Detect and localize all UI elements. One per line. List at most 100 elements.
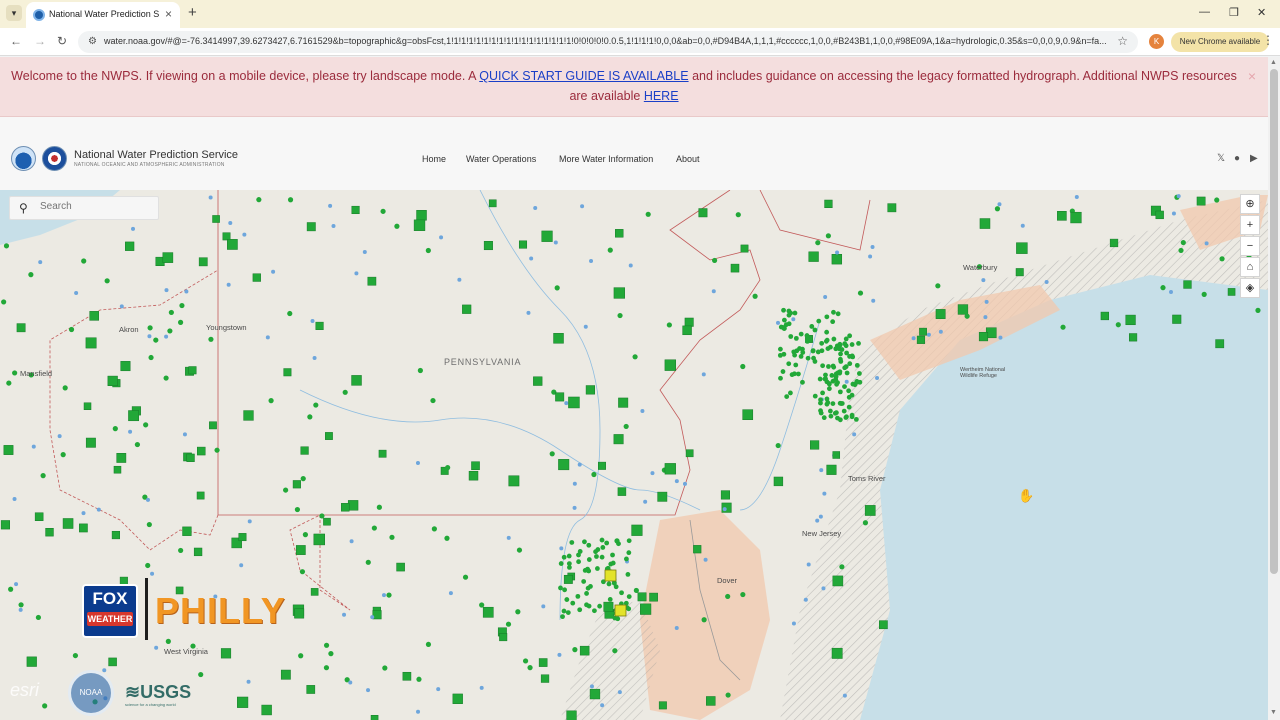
gauge-marker-square[interactable]	[351, 205, 360, 215]
gauge-marker-square[interactable]	[483, 241, 493, 251]
nav-water-operations[interactable]: Water Operations	[466, 154, 536, 164]
gauge-marker-square[interactable]	[685, 449, 694, 458]
gauge-marker-dot[interactable]	[554, 285, 560, 291]
gauge-marker-dot[interactable]	[780, 369, 786, 374]
gauge-marker-dot[interactable]	[798, 331, 804, 337]
gauge-marker-square[interactable]	[295, 545, 306, 555]
gauge-marker-dot[interactable]	[820, 363, 826, 369]
gauge-marker-square[interactable]	[85, 337, 97, 349]
gauge-marker-dot[interactable]	[522, 658, 529, 664]
gauge-marker-blue[interactable]	[981, 278, 986, 283]
gauge-marker-blue[interactable]	[12, 496, 17, 501]
gauge-marker-blue[interactable]	[572, 505, 577, 510]
gauge-marker-square[interactable]	[1172, 314, 1182, 324]
gauge-marker-square[interactable]	[603, 601, 614, 612]
gauge-marker-square[interactable]	[698, 208, 708, 218]
gauge-marker-dot[interactable]	[846, 404, 852, 410]
gauge-marker-square[interactable]	[261, 704, 272, 716]
gauge-marker-square[interactable]	[125, 241, 135, 251]
gauge-marker-dot[interactable]	[527, 665, 533, 671]
gauge-marker-dot[interactable]	[153, 337, 159, 343]
gauge-marker-blue[interactable]	[348, 680, 353, 685]
gauge-marker-square[interactable]	[916, 335, 926, 344]
gauge-marker-blue[interactable]	[703, 557, 708, 562]
gauge-marker-dot[interactable]	[147, 325, 153, 331]
gauge-marker-dot[interactable]	[1, 299, 7, 305]
gauge-marker-dot[interactable]	[1219, 256, 1225, 262]
gauge-marker-dot[interactable]	[824, 337, 830, 343]
gauge-marker-blue[interactable]	[998, 335, 1003, 340]
gauge-marker-square[interactable]	[740, 244, 749, 253]
gauge-marker-blue[interactable]	[640, 409, 645, 414]
gauge-marker-square[interactable]	[62, 518, 74, 529]
gauge-marker-blue[interactable]	[835, 250, 840, 255]
gauge-marker-square[interactable]	[341, 503, 350, 512]
gauge-marker-square[interactable]	[209, 421, 217, 430]
gauge-marker-dot[interactable]	[283, 487, 289, 493]
gauge-marker-blue[interactable]	[650, 471, 655, 476]
gauge-marker-square[interactable]	[637, 592, 647, 602]
gauge-marker-dot[interactable]	[838, 401, 844, 406]
gauge-marker-blue[interactable]	[370, 615, 375, 620]
gauge-marker-square[interactable]	[541, 230, 553, 242]
gauge-marker-dot[interactable]	[606, 581, 612, 587]
gauge-marker-square[interactable]	[89, 311, 99, 321]
gauge-marker-blue[interactable]	[246, 679, 251, 684]
gauge-marker-dot[interactable]	[781, 307, 786, 313]
gauge-marker-blue[interactable]	[226, 282, 231, 287]
gauge-marker-dot[interactable]	[828, 413, 834, 419]
gauge-marker-dot[interactable]	[570, 600, 576, 606]
gauge-marker-blue[interactable]	[239, 563, 244, 568]
site-info-icon[interactable]: ⚙	[88, 36, 97, 47]
gauge-marker-dot[interactable]	[804, 333, 810, 338]
gauge-marker-dot[interactable]	[376, 504, 382, 510]
gauge-marker-square[interactable]	[1100, 311, 1109, 321]
gauge-marker-square[interactable]	[979, 218, 991, 229]
gauge-marker-dot[interactable]	[632, 354, 638, 360]
gauge-marker-square[interactable]	[540, 674, 550, 683]
github-icon[interactable]: ●	[1234, 153, 1240, 164]
gauge-marker-dot[interactable]	[148, 354, 154, 361]
gauge-marker-dot[interactable]	[6, 380, 12, 386]
gauge-marker-dot[interactable]	[857, 290, 864, 296]
map-search-input[interactable]	[40, 201, 150, 212]
gauge-marker-square[interactable]	[831, 254, 843, 265]
gauge-marker-blue[interactable]	[776, 320, 781, 325]
gauge-marker-blue[interactable]	[870, 244, 875, 249]
gauge-marker-blue[interactable]	[984, 299, 989, 304]
gauge-marker-dot[interactable]	[701, 617, 707, 623]
gauge-marker-dot[interactable]	[800, 379, 805, 385]
gauge-marker-square[interactable]	[978, 332, 989, 342]
gauge-marker-dot[interactable]	[565, 610, 571, 616]
gauge-marker-dot[interactable]	[837, 369, 843, 375]
gauge-marker-dot[interactable]	[1178, 247, 1184, 254]
gauge-marker-dot[interactable]	[831, 336, 837, 342]
gauge-marker-dot[interactable]	[177, 319, 184, 325]
gauge-marker-square[interactable]	[3, 445, 14, 455]
gauge-marker-dot[interactable]	[836, 346, 842, 352]
gauge-marker-square[interactable]	[864, 505, 876, 516]
gauge-marker-square[interactable]	[810, 440, 820, 450]
gauge-marker-square[interactable]	[188, 366, 197, 375]
gauge-marker-dot[interactable]	[619, 590, 624, 596]
gauge-marker-dot[interactable]	[256, 197, 262, 203]
gauge-marker-square[interactable]	[831, 647, 843, 659]
gauge-marker-dot[interactable]	[214, 447, 220, 453]
gauge-marker-blue[interactable]	[1020, 223, 1025, 228]
gauge-marker-blue[interactable]	[1171, 211, 1176, 216]
gauge-marker-dot[interactable]	[208, 336, 214, 342]
gauge-marker-dot[interactable]	[849, 342, 855, 347]
gauge-marker-dot[interactable]	[819, 348, 825, 354]
gauge-marker-square[interactable]	[113, 465, 122, 474]
gauge-marker-blue[interactable]	[1074, 194, 1079, 199]
gauge-marker-square[interactable]	[664, 359, 676, 371]
gauge-marker-square[interactable]	[499, 633, 508, 642]
gauge-marker-dot[interactable]	[60, 452, 66, 458]
gauge-marker-dot[interactable]	[793, 335, 799, 341]
gauge-marker-dot[interactable]	[604, 540, 610, 546]
gauge-marker-dot[interactable]	[40, 473, 46, 479]
gauge-marker-dot[interactable]	[826, 364, 831, 369]
gauge-marker-square[interactable]	[488, 199, 497, 208]
profile-avatar[interactable]: K	[1149, 34, 1164, 49]
gauge-marker-dot[interactable]	[81, 258, 87, 264]
